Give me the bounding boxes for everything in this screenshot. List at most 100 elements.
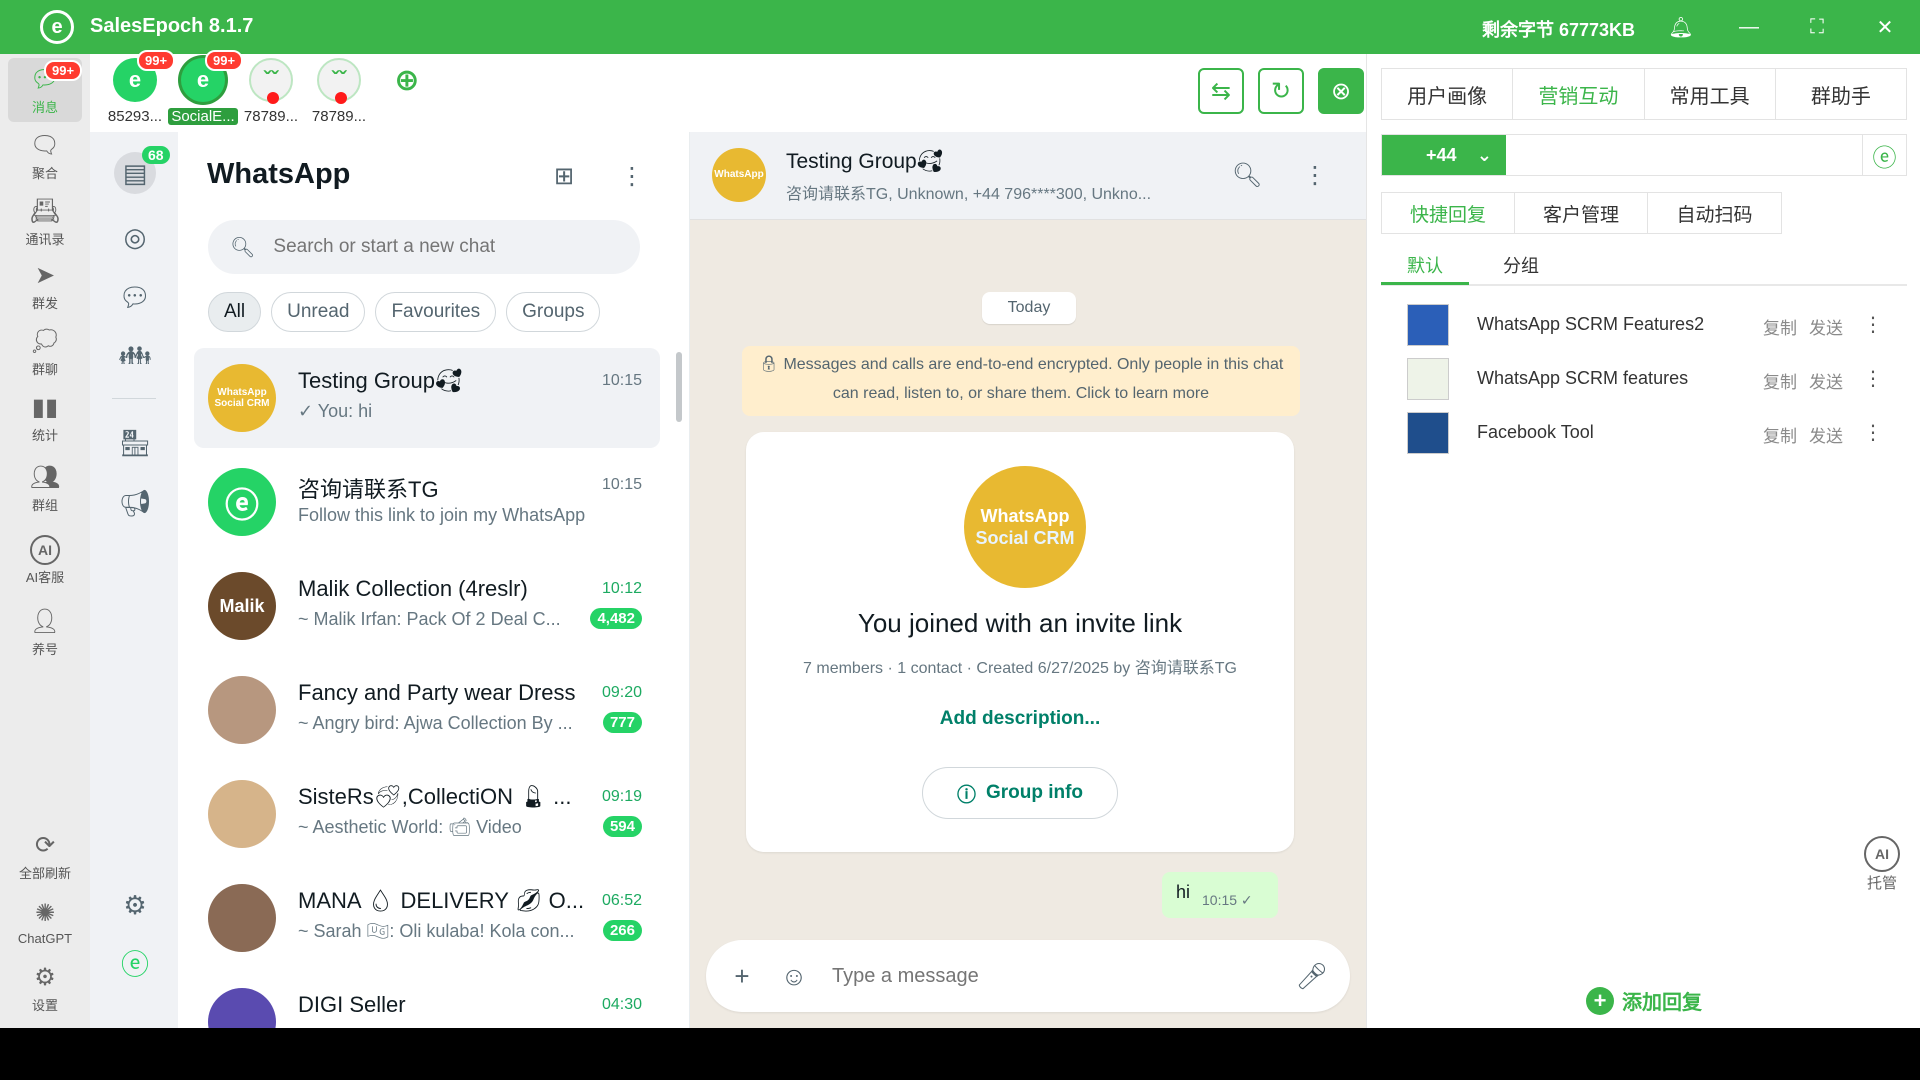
add-description-link[interactable]: Add description... — [746, 708, 1294, 730]
chat-avatar — [208, 780, 276, 848]
close-icon[interactable]: ✕ — [1870, 12, 1900, 42]
message-time: 10:15 ✓ — [1202, 892, 1253, 908]
send-button[interactable]: 发送 — [1809, 422, 1843, 447]
account-tab[interactable]: e 99+ 85293... — [98, 50, 176, 130]
nav-item-groups[interactable]: 👥︎ 群组 — [8, 456, 82, 520]
nav-item-ai-service[interactable]: AI AI客服 — [8, 528, 82, 592]
chat-row[interactable]: WhatsApp Social CRM Testing Group🥰 ✓ You:… — [194, 348, 660, 448]
more-dots-icon[interactable]: ⋮ — [1863, 420, 1883, 445]
country-code-select[interactable]: +44 ⌄ — [1382, 135, 1506, 175]
tab-group-assistant[interactable]: 群助手 — [1776, 69, 1906, 119]
send-button[interactable]: 发送 — [1809, 314, 1843, 339]
nav-label: 消息 — [31, 99, 58, 115]
quick-reply-item[interactable]: WhatsApp SCRM features 复制 发送 ⋮ — [1407, 356, 1907, 402]
nav-item-stats[interactable]: ▮▮ 统计 — [8, 386, 82, 450]
menu-dots-icon[interactable]: ⋮ — [1298, 158, 1332, 192]
shop-icon[interactable]: 🏪︎ — [114, 422, 156, 464]
group-avatar[interactable]: WhatsApp — [712, 148, 766, 202]
nav-item-messages[interactable]: 💬︎ 消息 99+ — [8, 58, 83, 122]
nav-item-nurture[interactable]: 👤︎ 养号 — [8, 600, 82, 664]
outgoing-message[interactable]: hi 10:15 ✓ — [1162, 872, 1278, 918]
account-tab-selected[interactable]: e 99+ SocialE... — [166, 50, 244, 130]
profile-icon[interactable]: ⓔ — [114, 942, 156, 984]
channels-icon[interactable]: 💬︎ — [114, 276, 156, 318]
chat-row[interactable]: SisteRs💞,CollectiON 💄 ... ~ Aesthetic Wo… — [194, 764, 660, 864]
tab-user-profile[interactable]: 用户画像 — [1382, 69, 1514, 119]
chat-row[interactable]: Fancy and Party wear Dress ~ Angry bird:… — [194, 660, 660, 760]
chat-row[interactable]: Malik Malik Collection (4reslr) ~ Malik … — [194, 556, 660, 656]
nav-item-chatgpt[interactable]: ✺ ChatGPT — [8, 890, 82, 954]
group-tab-default[interactable]: 默认 — [1407, 252, 1443, 278]
chat-row[interactable]: DIGI Seller 04:30 — [194, 972, 660, 1028]
copy-button[interactable]: 复制 — [1763, 314, 1797, 339]
reload-button[interactable]: ↻ — [1258, 68, 1304, 114]
open-chat-icon[interactable]: ⓔ — [1862, 135, 1906, 175]
nav-item-settings[interactable]: ⚙ 设置 — [8, 956, 82, 1020]
message-input[interactable] — [832, 958, 1262, 994]
close-session-button[interactable]: ⊗ — [1318, 68, 1364, 114]
group-tab-groups[interactable]: 分组 — [1503, 252, 1539, 278]
account-tab[interactable]: ˇˇ 78789... — [234, 58, 308, 130]
chat-avatar: WhatsApp Social CRM — [208, 364, 276, 432]
nav-item-refresh-all[interactable]: ⟳ 全部刷新 — [8, 824, 82, 888]
nav-label: 通讯录 — [25, 231, 65, 247]
unread-badge: 99+ — [44, 60, 83, 81]
encryption-notice[interactable]: 🔒 Messages and calls are end-to-end encr… — [742, 346, 1300, 416]
nav-item-broadcast[interactable]: ➤ 群发 — [8, 254, 82, 318]
filter-unread[interactable]: Unread — [271, 292, 366, 332]
search-input[interactable] — [273, 236, 614, 258]
search-icon[interactable]: 🔍︎ — [1230, 158, 1264, 192]
quick-reply-item[interactable]: WhatsApp SCRM Features2 复制 发送 ⋮ — [1407, 302, 1907, 348]
subtab-quick-reply[interactable]: 快捷回复 — [1382, 193, 1515, 233]
megaphone-icon[interactable]: 📢︎ — [114, 482, 156, 524]
quick-reply-item[interactable]: Facebook Tool 复制 发送 ⋮ — [1407, 410, 1907, 456]
menu-dots-icon[interactable]: ⋮ — [616, 160, 648, 192]
more-dots-icon[interactable]: ⋮ — [1863, 366, 1883, 391]
switch-button[interactable]: ⇆ — [1198, 68, 1244, 114]
reply-title: WhatsApp SCRM features — [1477, 368, 1689, 388]
minimize-icon[interactable]: — — [1734, 12, 1764, 42]
chat-row[interactable]: MANA 💧 DELIVERY 💋 O... ~ Sarah 🇺🇬: Oli k… — [194, 868, 660, 968]
attach-plus-icon[interactable]: + — [726, 960, 758, 992]
nav-label: ChatGPT — [17, 930, 73, 946]
copy-button[interactable]: 复制 — [1763, 422, 1797, 447]
nav-item-aggregate[interactable]: 🗨 聚合 — [8, 124, 82, 188]
microphone-icon[interactable]: 🎤︎ — [1296, 960, 1329, 992]
phone-number-input[interactable] — [1506, 135, 1862, 175]
chat-row[interactable]: ⓔ 咨询请联系TG Follow this link to join my Wh… — [194, 452, 660, 552]
account-tab[interactable]: ˇˇ 78789... — [302, 58, 376, 130]
message-composer: + ☺ 🎤︎ — [706, 940, 1350, 1012]
add-account-button[interactable]: ⊕ — [370, 58, 444, 130]
status-icon[interactable]: ◎ — [114, 216, 156, 258]
chat-list-panel: WhatsApp ⊞ ⋮ 🔍︎ All Unread Favourites Gr… — [178, 132, 690, 1028]
tab-marketing[interactable]: 营销互动 — [1513, 69, 1645, 119]
subtab-customer-management[interactable]: 客户管理 — [1515, 193, 1648, 233]
filter-all[interactable]: All — [208, 292, 262, 332]
maximize-icon[interactable]: ⛶ — [1802, 12, 1832, 42]
nav-item-contacts[interactable]: 📇︎ 通讯录 — [8, 190, 82, 254]
ai-hosting-button[interactable]: AI 托管 — [1862, 836, 1902, 896]
copy-button[interactable]: 复制 — [1763, 368, 1797, 393]
add-reply-button[interactable]: + 添加回复 — [1586, 986, 1702, 1015]
title-bar: e SalesEpoch 8.1.7 剩余字节 67773KB 🔔︎ — ⛶ ✕ — [0, 0, 1920, 54]
reply-thumbnail — [1407, 358, 1449, 400]
nav-item-group-chat[interactable]: 💭︎ 群聊 — [8, 320, 82, 384]
send-button[interactable]: 发送 — [1809, 368, 1843, 393]
filter-favourites[interactable]: Favourites — [375, 292, 497, 332]
new-chat-icon[interactable]: ⊞ — [548, 160, 580, 192]
search-box: 🔍︎ — [208, 220, 640, 274]
group-info-button[interactable]: ⓘ Group info — [922, 767, 1118, 819]
more-dots-icon[interactable]: ⋮ — [1863, 312, 1883, 337]
tab-tools[interactable]: 常用工具 — [1645, 69, 1776, 119]
nav-label: AI客服 — [25, 569, 65, 585]
filter-groups[interactable]: Groups — [506, 292, 601, 332]
emoji-icon[interactable]: ☺ — [778, 960, 810, 992]
group-info-label: Group info — [985, 782, 1084, 803]
chat-list-scrollbar[interactable] — [676, 352, 682, 422]
communities-icon[interactable]: 👪︎ — [114, 334, 156, 376]
reply-thumbnail — [1407, 304, 1449, 346]
bell-icon[interactable]: 🔔︎ — [1666, 12, 1696, 42]
conversation-title[interactable]: Testing Group🥰 — [786, 150, 943, 174]
wa-settings-icon[interactable]: ⚙ — [114, 884, 156, 926]
subtab-auto-scan[interactable]: 自动扫码 — [1648, 193, 1781, 233]
